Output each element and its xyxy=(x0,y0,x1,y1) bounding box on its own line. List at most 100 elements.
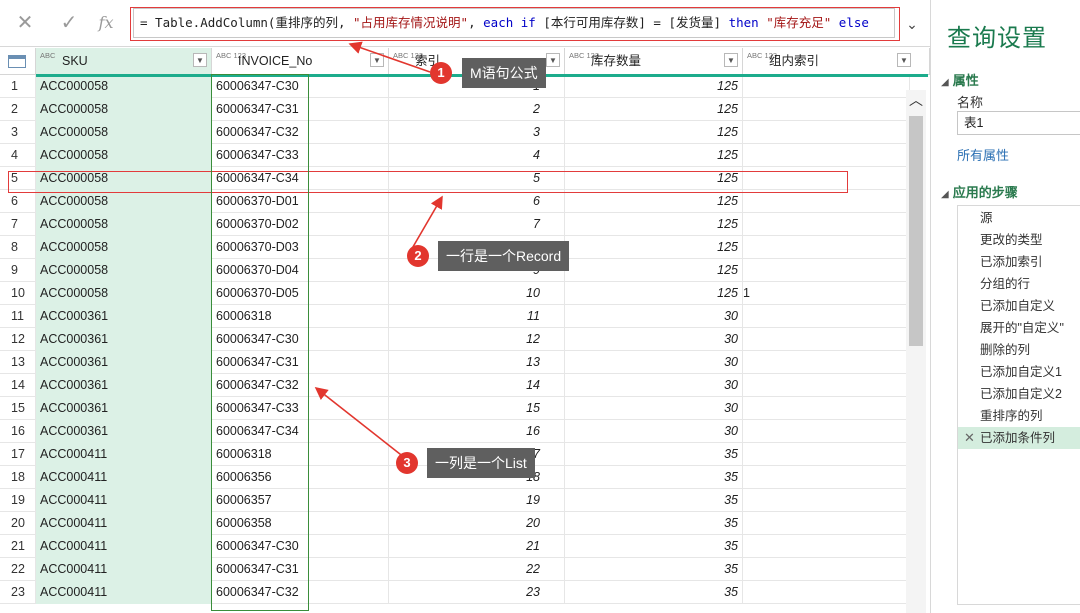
cell-index[interactable]: 7 xyxy=(389,213,565,236)
cell-stock[interactable]: 125 xyxy=(565,213,743,236)
cell-sku[interactable]: ACC000411 xyxy=(36,558,212,581)
cell-sku[interactable]: ACC000058 xyxy=(36,213,212,236)
applied-step-item[interactable]: 分组的行 xyxy=(958,273,1080,295)
cell-index[interactable]: 16 xyxy=(389,420,565,443)
cell-group-index[interactable] xyxy=(743,512,910,535)
cell-group-index[interactable] xyxy=(743,489,910,512)
applied-step-item[interactable]: 重排序的列 xyxy=(958,405,1080,427)
cell-group-index[interactable] xyxy=(743,581,910,604)
table-row[interactable]: 2 ACC000058 60006347-C31 2 125 xyxy=(0,98,910,121)
cell-stock[interactable]: 30 xyxy=(565,420,743,443)
table-row[interactable]: 15 ACC000361 60006347-C33 15 30 xyxy=(0,397,910,420)
applied-step-item[interactable]: 已添加索引 xyxy=(958,251,1080,273)
cell-sku[interactable]: ACC000411 xyxy=(36,535,212,558)
cell-index[interactable]: 22 xyxy=(389,558,565,581)
cell-index[interactable]: 2 xyxy=(389,98,565,121)
row-number[interactable]: 17 xyxy=(0,443,36,466)
cell-index[interactable]: 4 xyxy=(389,144,565,167)
filter-dropdown-icon[interactable]: ▼ xyxy=(370,53,384,67)
table-row[interactable]: 13 ACC000361 60006347-C31 13 30 xyxy=(0,351,910,374)
row-number[interactable]: 8 xyxy=(0,236,36,259)
table-row[interactable]: 22 ACC000411 60006347-C31 22 35 xyxy=(0,558,910,581)
row-number[interactable]: 7 xyxy=(0,213,36,236)
cell-stock[interactable]: 35 xyxy=(565,512,743,535)
cell-index[interactable]: 14 xyxy=(389,374,565,397)
table-row[interactable]: 23 ACC000411 60006347-C32 23 35 xyxy=(0,581,910,604)
cell-stock[interactable]: 35 xyxy=(565,466,743,489)
row-number[interactable]: 15 xyxy=(0,397,36,420)
cell-sku[interactable]: ACC000411 xyxy=(36,443,212,466)
applied-step-item[interactable]: 已添加自定义2 xyxy=(958,383,1080,405)
cell-stock[interactable]: 35 xyxy=(565,558,743,581)
collapse-triangle-icon[interactable]: ◢ xyxy=(941,77,949,88)
applied-step-item[interactable]: 已添加自定义 xyxy=(958,295,1080,317)
table-row[interactable]: 1ACC00005860006347-C301125 xyxy=(0,75,910,98)
cell-group-index[interactable] xyxy=(743,535,910,558)
table-row[interactable]: 20 ACC000411 60006358 20 35 xyxy=(0,512,910,535)
cell-sku[interactable]: ACC000411 xyxy=(36,466,212,489)
cell-index[interactable]: 10 xyxy=(389,282,565,305)
cell-stock[interactable]: 125 xyxy=(565,75,743,98)
cell-stock[interactable]: 30 xyxy=(565,397,743,420)
properties-section-header[interactable]: ◢ 属性 xyxy=(941,70,979,89)
row-number[interactable]: 2 xyxy=(0,98,36,121)
applied-step-item[interactable]: 更改的类型 xyxy=(958,229,1080,251)
cell-index[interactable]: 15 xyxy=(389,397,565,420)
row-number[interactable]: 16 xyxy=(0,420,36,443)
row-number[interactable]: 9 xyxy=(0,259,36,282)
table-row[interactable]: 7 ACC000058 60006370-D02 7 125 xyxy=(0,213,910,236)
cell-index[interactable]: 19 xyxy=(389,489,565,512)
cell-stock[interactable]: 35 xyxy=(565,443,743,466)
all-properties-link[interactable]: 所有属性 xyxy=(957,145,1009,164)
cell-sku[interactable]: ACC000058 xyxy=(36,121,212,144)
cell-index[interactable]: 3 xyxy=(389,121,565,144)
cell-sku[interactable]: ACC000361 xyxy=(36,328,212,351)
cell-stock[interactable]: 35 xyxy=(565,581,743,604)
query-name-input[interactable]: 表1 xyxy=(957,111,1080,135)
close-icon[interactable]: ✕ xyxy=(12,12,38,34)
cell-group-index[interactable] xyxy=(743,236,910,259)
vertical-scrollbar[interactable]: ︿ xyxy=(906,90,926,613)
filter-dropdown-icon[interactable]: ▼ xyxy=(193,53,207,67)
cell-index[interactable]: 23 xyxy=(389,581,565,604)
fx-label[interactable]: fx xyxy=(93,12,119,34)
table-row[interactable]: 4 ACC000058 60006347-C33 4 125 xyxy=(0,144,910,167)
cell-stock[interactable]: 125 xyxy=(565,190,743,213)
applied-step-item[interactable]: ✕ 已添加条件列 xyxy=(958,427,1080,449)
cell-stock[interactable]: 125 xyxy=(565,144,743,167)
cell-index[interactable]: 21 xyxy=(389,535,565,558)
cell-index[interactable]: 20 xyxy=(389,512,565,535)
cell-group-index[interactable] xyxy=(743,98,910,121)
cell-sku[interactable]: ACC000411 xyxy=(36,581,212,604)
cell-group-index[interactable] xyxy=(743,213,910,236)
cell-stock[interactable]: 125 xyxy=(565,236,743,259)
row-number[interactable]: 19 xyxy=(0,489,36,512)
check-icon[interactable]: ✓ xyxy=(56,12,82,34)
cell-sku[interactable]: ACC000058 xyxy=(36,236,212,259)
table-row[interactable]: 11 ACC000361 60006318 11 30 xyxy=(0,305,910,328)
row-number[interactable]: 3 xyxy=(0,121,36,144)
cell-stock[interactable]: 125 xyxy=(565,98,743,121)
cell-stock[interactable]: 125 xyxy=(565,121,743,144)
row-number[interactable]: 12 xyxy=(0,328,36,351)
cell-group-index[interactable] xyxy=(743,121,910,144)
cell-group-index[interactable] xyxy=(743,75,910,98)
row-number[interactable]: 20 xyxy=(0,512,36,535)
cell-sku[interactable]: ACC000411 xyxy=(36,512,212,535)
cell-group-index[interactable] xyxy=(743,328,910,351)
applied-step-item[interactable]: 源 xyxy=(958,207,1080,229)
cell-stock[interactable]: 30 xyxy=(565,351,743,374)
row-number[interactable]: 23 xyxy=(0,581,36,604)
collapse-triangle-icon[interactable]: ◢ xyxy=(941,189,949,200)
cell-group-index[interactable] xyxy=(743,420,910,443)
cell-stock[interactable]: 30 xyxy=(565,374,743,397)
row-number[interactable]: 4 xyxy=(0,144,36,167)
cell-sku[interactable]: ACC000411 xyxy=(36,489,212,512)
scrollbar-thumb[interactable] xyxy=(909,116,923,346)
cell-sku[interactable]: ACC000361 xyxy=(36,305,212,328)
applied-step-item[interactable]: 已添加自定义1 xyxy=(958,361,1080,383)
table-row[interactable]: 21 ACC000411 60006347-C30 21 35 xyxy=(0,535,910,558)
chevron-down-icon[interactable]: ⌄ xyxy=(902,14,922,34)
table-menu-button[interactable] xyxy=(0,48,36,74)
table-row[interactable]: 12 ACC000361 60006347-C30 12 30 xyxy=(0,328,910,351)
